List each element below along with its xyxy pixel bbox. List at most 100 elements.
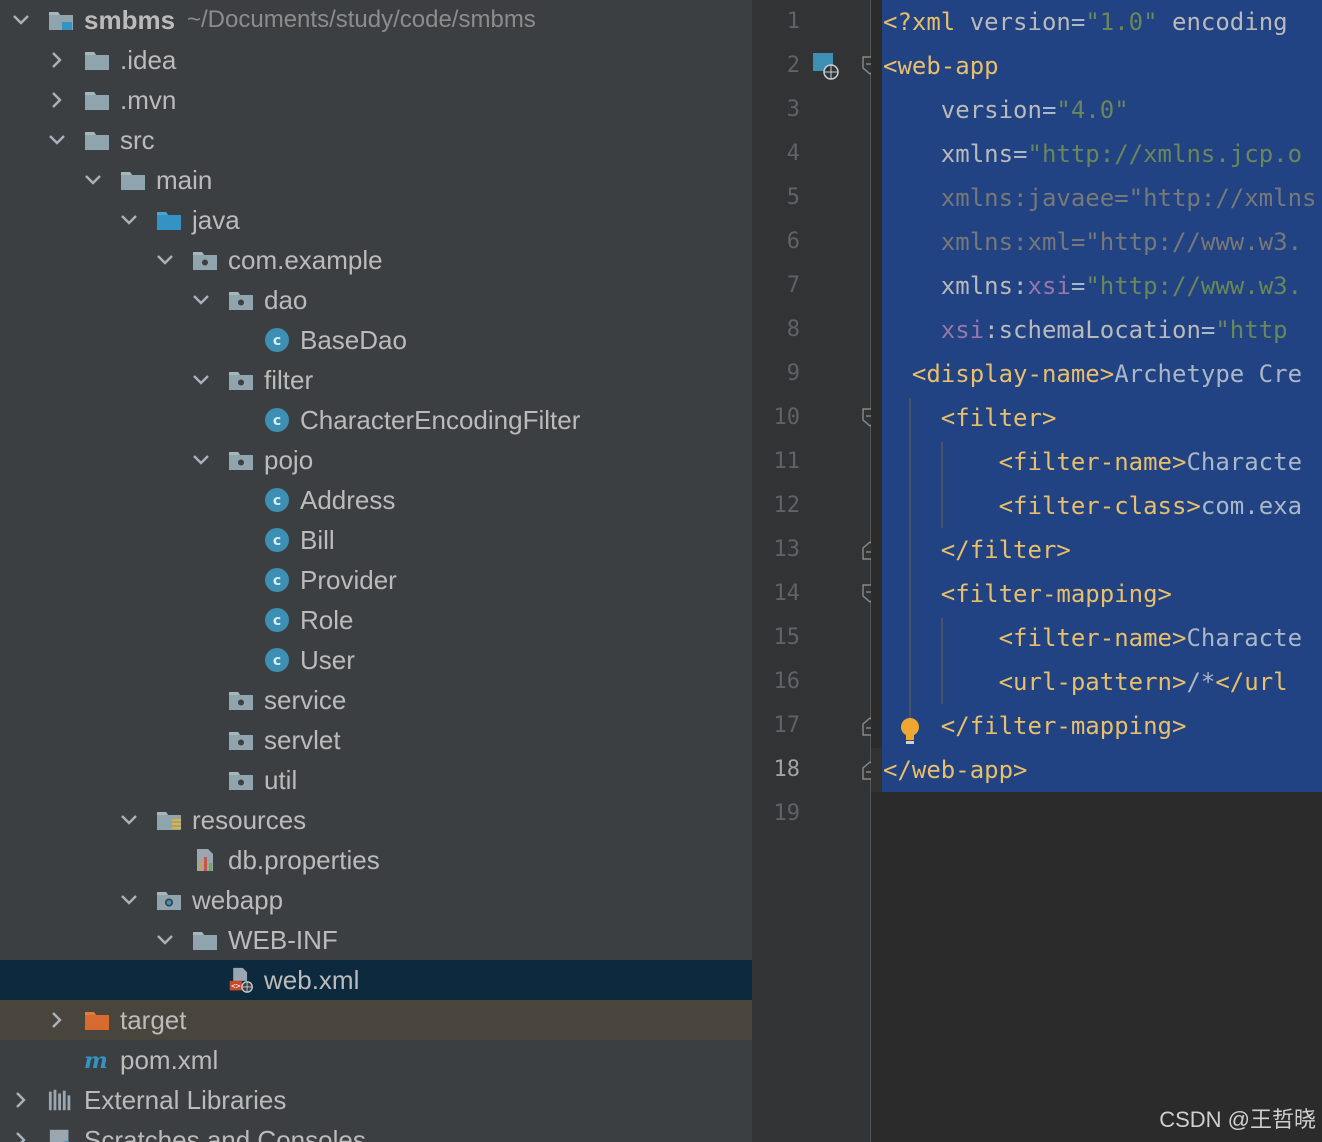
tree-item-basedao[interactable]: c BaseDao <box>0 320 752 360</box>
code-token: xmlns: <box>883 272 1028 300</box>
code-token: <web-app <box>883 52 999 80</box>
tree-item-user[interactable]: c User <box>0 640 752 680</box>
code-token: version <box>883 96 1042 124</box>
tree-item-web-inf[interactable]: WEB-INF <box>0 920 752 960</box>
line-number[interactable]: 12 <box>752 484 801 528</box>
line-number[interactable]: 13 <box>752 528 801 572</box>
svg-text:c: c <box>273 653 281 669</box>
line-number[interactable]: 4 <box>752 132 800 176</box>
svg-text:c: c <box>273 533 281 549</box>
chevron-down-icon[interactable] <box>12 10 30 30</box>
tree-item-target[interactable]: target <box>0 1000 752 1040</box>
tree-item-dao[interactable]: dao <box>0 280 752 320</box>
chevron-down-icon[interactable] <box>120 810 138 830</box>
folder-icon <box>84 127 110 153</box>
code-line: <?xml version="1.0" encoding <box>883 0 1288 44</box>
code-line: <filter-name>Characte <box>883 616 1302 660</box>
line-number[interactable]: 9 <box>752 352 800 396</box>
line-number[interactable]: 5 <box>752 176 800 220</box>
code-editor[interactable]: <?xml version="1.0" encoding <web-app ver… <box>871 0 1322 1142</box>
web-descriptor-gutter-icon[interactable] <box>812 52 842 82</box>
tree-item-com-example[interactable]: com.example <box>0 240 752 280</box>
tree-item-role[interactable]: c Role <box>0 600 752 640</box>
chevron-right-icon[interactable] <box>12 1090 30 1110</box>
line-number[interactable]: 14 <box>752 572 801 616</box>
chevron-down-icon[interactable] <box>120 210 138 230</box>
tree-item-provider[interactable]: c Provider <box>0 560 752 600</box>
code-line: <web-app <box>883 44 999 88</box>
chevron-right-icon[interactable] <box>12 1130 30 1142</box>
tree-item-service[interactable]: service <box>0 680 752 720</box>
tree-item-util[interactable]: util <box>0 760 752 800</box>
code-token: <?xml <box>883 8 970 36</box>
line-number[interactable]: 7 <box>752 264 800 308</box>
tree-item-bill[interactable]: c Bill <box>0 520 752 560</box>
watermark: CSDN @王哲晓 <box>1159 1107 1316 1132</box>
tree-item-label: Scratches and Consoles <box>84 1125 366 1142</box>
tree-item-main[interactable]: main <box>0 160 752 200</box>
tree-item-label: WEB-INF <box>228 925 338 955</box>
line-number[interactable]: 10 <box>752 396 801 440</box>
chevron-down-icon[interactable] <box>192 290 210 310</box>
chevron-right-icon[interactable] <box>48 50 66 70</box>
tree-item-characterencodingfilter[interactable]: c CharacterEncodingFilter <box>0 400 752 440</box>
tree-item-web-xml[interactable]: <> web.xml <box>0 960 752 1000</box>
tree-item-webapp[interactable]: webapp <box>0 880 752 920</box>
line-number[interactable]: 11 <box>752 440 801 484</box>
indent-guide <box>941 618 943 704</box>
chevron-down-icon[interactable] <box>48 130 66 150</box>
chevron-down-icon[interactable] <box>156 930 174 950</box>
tree-item-src[interactable]: src <box>0 120 752 160</box>
code-line: xmlns:xml="http://www.w3. <box>883 220 1302 264</box>
tree-item--mvn[interactable]: .mvn <box>0 80 752 120</box>
tree-item-address[interactable]: c Address <box>0 480 752 520</box>
code-line: <display-name>Archetype Cre <box>883 352 1302 396</box>
chevron-down-icon[interactable] <box>192 370 210 390</box>
line-number[interactable]: 8 <box>752 308 800 352</box>
package-icon <box>192 247 218 273</box>
tree-item-resources[interactable]: resources <box>0 800 752 840</box>
code-token: xmlns:javaee="http://xmlns <box>883 184 1317 212</box>
tree-item-label: Address <box>300 485 396 515</box>
tree-item-label: db.properties <box>228 845 380 875</box>
svg-text:c: c <box>273 613 281 629</box>
tree-item-pom-xml[interactable]: m pom.xml <box>0 1040 752 1080</box>
line-number[interactable]: 15 <box>752 616 801 660</box>
tree-item-db-properties[interactable]: db.properties <box>0 840 752 880</box>
caret-line-highlight <box>871 748 882 792</box>
tree-item-scratches-and-consoles[interactable]: Scratches and Consoles <box>0 1120 752 1142</box>
tree-item--idea[interactable]: .idea <box>0 40 752 80</box>
code-token: /* <box>1186 668 1216 696</box>
line-number[interactable]: 18 <box>752 748 801 792</box>
tree-item-java[interactable]: java <box>0 200 752 240</box>
code-token: "http <box>1215 316 1288 344</box>
chevron-down-icon[interactable] <box>156 250 174 270</box>
lightbulb-icon[interactable] <box>897 716 923 746</box>
code-token: xmlns:xml="http://www.w3. <box>883 228 1303 256</box>
chevron-down-icon[interactable] <box>120 890 138 910</box>
chevron-down-icon[interactable] <box>84 170 102 190</box>
tree-item-servlet[interactable]: servlet <box>0 720 752 760</box>
tree-item-external-libraries[interactable]: External Libraries <box>0 1080 752 1120</box>
tree-item-filter[interactable]: filter <box>0 360 752 400</box>
code-token: </filter> <box>883 536 1071 564</box>
line-number[interactable]: 6 <box>752 220 800 264</box>
chevron-right-icon[interactable] <box>48 1010 66 1030</box>
line-number[interactable]: 16 <box>752 660 801 704</box>
line-number[interactable]: 2 <box>752 44 800 88</box>
java-class-icon: c <box>264 487 290 513</box>
package-icon <box>228 687 254 713</box>
line-number[interactable]: 1 <box>752 0 800 44</box>
tree-item-pojo[interactable]: pojo <box>0 440 752 480</box>
line-number[interactable]: 19 <box>752 792 801 836</box>
code-token: </url <box>1215 668 1288 696</box>
tree-item-label: pom.xml <box>120 1045 219 1075</box>
package-icon <box>228 287 254 313</box>
code-token: <filter-mapping> <box>883 580 1172 608</box>
line-number[interactable]: 3 <box>752 88 800 132</box>
tree-item-smbms[interactable]: smbms ~/Documents/study/code/smbms <box>0 0 752 40</box>
chevron-right-icon[interactable] <box>48 90 66 110</box>
line-number[interactable]: 17 <box>752 704 801 748</box>
source-root-folder-icon <box>156 207 182 233</box>
chevron-down-icon[interactable] <box>192 450 210 470</box>
